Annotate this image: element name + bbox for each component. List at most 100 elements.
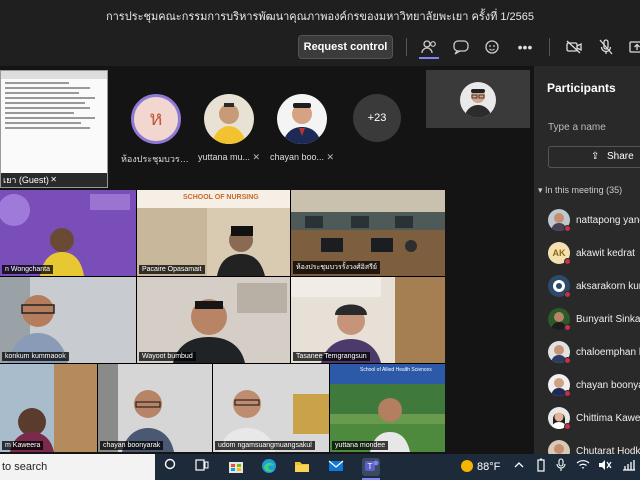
- search-icon[interactable]: [162, 458, 180, 476]
- video-tile[interactable]: ห้องประชุมบวรรั้งวงศ์อิสรีย์: [291, 190, 445, 276]
- participant-search-input[interactable]: Type a name: [548, 122, 606, 133]
- participant-name: aksarakorn kum: [576, 281, 640, 292]
- doc-line: [5, 112, 74, 114]
- video-feed: [98, 364, 212, 452]
- participant-list-item[interactable]: chaloemphan ka: [548, 341, 640, 365]
- taskbar-search-box[interactable]: to search: [0, 454, 155, 480]
- participant-list-item[interactable]: Chittima Kawee: [548, 407, 640, 431]
- doc-toolbar: [1, 71, 107, 79]
- video-tile[interactable]: SCHOOL OF NURSING Pacaire Opasamait: [137, 190, 290, 276]
- video-tile[interactable]: m Kaweera: [0, 364, 97, 452]
- avatar: [548, 440, 570, 454]
- participant-list-item[interactable]: chayan boonyar: [548, 374, 640, 398]
- video-tile[interactable]: udom ngamsuangmuangsakul: [213, 364, 329, 452]
- mic-off-icon: ✕: [326, 152, 335, 162]
- video-feed: [0, 277, 136, 363]
- file-explorer-icon[interactable]: [293, 458, 311, 476]
- video-feed: [330, 364, 445, 452]
- participant-name-label: Pacaire Opasamait: [139, 265, 205, 274]
- meeting-toolbar: Request control •••: [0, 28, 640, 66]
- video-grid: n Wongchanta SCHOOL OF NURSING Pacaire O…: [0, 190, 445, 452]
- in-meeting-section-header[interactable]: ▾ In this meeting (35): [538, 185, 622, 196]
- chat-icon[interactable]: [452, 38, 470, 56]
- video-tile[interactable]: chayan boonyarak: [98, 364, 212, 452]
- participant-list-item[interactable]: Chutarat Hodka: [548, 440, 640, 454]
- participant-name: nattapong yang: [576, 215, 640, 226]
- video-tile[interactable]: Tasanee Temgrangsun: [291, 277, 445, 363]
- camera-off-icon[interactable]: [565, 38, 583, 56]
- participant-name: Chittima Kawee: [576, 413, 640, 424]
- participant-list-item[interactable]: nattapong yang: [548, 209, 640, 233]
- task-view-icon[interactable]: [193, 458, 211, 476]
- participant-name: yuttana mu... ✕: [194, 152, 264, 163]
- edge-icon[interactable]: [260, 458, 278, 476]
- store-icon[interactable]: [227, 458, 245, 476]
- video-feed: [291, 277, 445, 363]
- wifi-icon[interactable]: [574, 458, 592, 476]
- reactions-icon[interactable]: [484, 38, 502, 56]
- people-icon[interactable]: [420, 38, 438, 56]
- participant-tile[interactable]: ห ห้องประชุมบวรรั...: [121, 94, 191, 166]
- participant-name-label: n Wongchanta: [2, 265, 54, 274]
- muted-status-icon: [564, 324, 571, 331]
- shared-document-thumbnail[interactable]: เยา (Guest) ✕: [0, 70, 108, 188]
- avatar: [277, 94, 327, 144]
- request-control-button[interactable]: Request control: [298, 35, 393, 59]
- share-invite-button[interactable]: ⇪ Share: [548, 146, 640, 168]
- participant-name-label: Wayoot bumbud: [139, 352, 196, 361]
- participant-name: Bunyarit Sinkan: [576, 314, 640, 325]
- participant-list-item[interactable]: aksarakorn kum: [548, 275, 640, 299]
- participant-name-text: chayan boo...: [269, 152, 324, 162]
- active-tab-indicator: [419, 57, 439, 59]
- video-feed: [0, 190, 136, 276]
- participant-name-label: m Kaweera: [2, 441, 44, 450]
- video-tile[interactable]: n Wongchanta: [0, 190, 136, 276]
- participant-name-label: udom ngamsuangmuangsakul: [215, 441, 315, 450]
- mail-icon[interactable]: [327, 458, 345, 476]
- teams-icon[interactable]: T: [362, 458, 380, 476]
- avatar: ห: [131, 94, 181, 144]
- participant-name: akawit kedrat: [576, 248, 635, 259]
- toolbar-divider: [549, 38, 550, 56]
- muted-status-icon: [564, 357, 571, 364]
- mic-off-icon: ✕: [50, 175, 57, 184]
- meeting-title: การประชุมคณะกรรมการบริหารพัฒนาคุณภาพองค์…: [105, 11, 535, 23]
- video-feed: [137, 277, 290, 363]
- video-feed: [0, 364, 97, 452]
- video-tile[interactable]: Wayoot bumbud: [137, 277, 290, 363]
- mic-off-icon[interactable]: [597, 38, 615, 56]
- doc-line: [5, 107, 90, 109]
- participant-name-label: Tasanee Temgrangsun: [293, 352, 370, 361]
- chevron-up-icon[interactable]: [510, 458, 528, 476]
- mic-off-icon: ✕: [252, 152, 261, 162]
- participant-list-item[interactable]: Bunyarit Sinkan: [548, 308, 640, 332]
- participant-tile[interactable]: yuttana mu... ✕: [194, 94, 264, 163]
- doc-line: [5, 82, 69, 84]
- shared-document-owner-label: เยา (Guest) ✕: [1, 173, 107, 187]
- video-tile[interactable]: konkum kummaook: [0, 277, 136, 363]
- meeting-stage: เยา (Guest) ✕ ห ห้องประชุมบวรรั... yutta…: [0, 66, 534, 454]
- toolbar-divider: [406, 38, 407, 56]
- participant-name-label: yuttana mondee: [332, 441, 389, 450]
- title-bar: การประชุมคณะกรรมการบริหารพัฒนาคุณภาพองค์…: [0, 0, 640, 28]
- participant-list-item[interactable]: AK akawit kedrat: [548, 242, 640, 266]
- participant-name-label: chayan boonyarak: [100, 441, 164, 450]
- participants-panel: Participants Type a name ⇪ Share ▾ In th…: [534, 66, 640, 454]
- volume-icon[interactable]: [596, 458, 614, 476]
- mic-icon[interactable]: [552, 458, 570, 476]
- doc-line: [5, 97, 96, 99]
- video-tile[interactable]: School of Allied Health Sciences yuttana…: [330, 364, 445, 452]
- muted-status-icon: [564, 258, 571, 265]
- network-icon[interactable]: [620, 458, 638, 476]
- avatar: [460, 82, 496, 118]
- battery-icon[interactable]: [532, 458, 550, 476]
- weather-widget[interactable]: 88°F: [461, 458, 500, 476]
- windows-taskbar: to search T 88°F: [0, 454, 640, 480]
- share-icon[interactable]: [628, 38, 640, 56]
- participant-tile[interactable]: chayan boo... ✕: [267, 94, 337, 163]
- avatar: [204, 94, 254, 144]
- more-icon[interactable]: •••: [516, 38, 534, 56]
- overflow-participants-button[interactable]: +23: [353, 94, 401, 142]
- share-label: Share: [607, 151, 634, 162]
- muted-status-icon: [564, 225, 571, 232]
